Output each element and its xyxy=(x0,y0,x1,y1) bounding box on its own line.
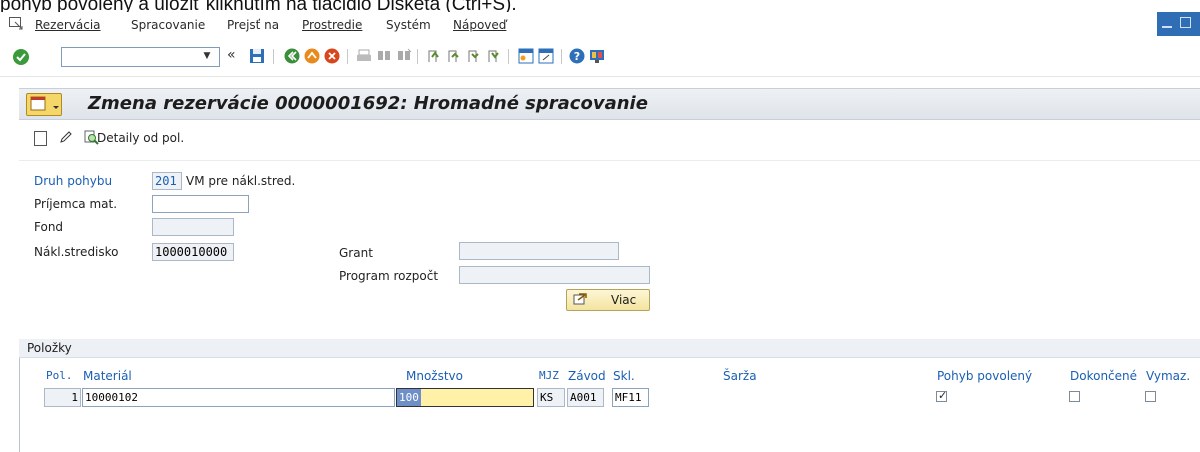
storage-location-cell[interactable]: MF11 xyxy=(612,388,649,407)
toolbar-separator xyxy=(561,49,562,64)
menu-system[interactable]: Systém xyxy=(386,18,431,32)
pencil-icon[interactable] xyxy=(59,130,73,144)
more-button-label: Viac xyxy=(611,293,637,307)
layout-icon[interactable] xyxy=(589,48,605,64)
budget-program-field[interactable] xyxy=(459,266,650,284)
menu-prostredie[interactable]: Prostredie xyxy=(302,18,362,32)
back-icon[interactable] xyxy=(284,48,300,64)
menu-rezervacia[interactable]: Rezervácia xyxy=(35,18,101,32)
checkmark-icon: ✓ xyxy=(938,389,948,402)
budget-program-label: Program rozpočt xyxy=(339,269,439,283)
collapse-icon[interactable]: « xyxy=(227,47,236,63)
quantity-selection: 100 xyxy=(397,389,421,406)
column-header-material[interactable]: Materiál xyxy=(83,369,132,383)
column-header-delete[interactable]: Vymaz. xyxy=(1146,369,1190,383)
menu-entry-icon[interactable] xyxy=(9,17,24,30)
divider xyxy=(19,160,1200,161)
window-controls[interactable] xyxy=(1157,12,1200,36)
material-cell[interactable]: 10000102 xyxy=(82,388,395,407)
column-header-storage[interactable]: Skl. xyxy=(613,369,635,383)
find-icon[interactable] xyxy=(376,48,392,64)
delete-checkbox[interactable] xyxy=(1145,391,1156,402)
enter-check-icon[interactable] xyxy=(13,49,29,65)
save-icon[interactable] xyxy=(249,48,265,64)
quantity-input[interactable]: 100 xyxy=(396,388,534,407)
shortcut-icon[interactable] xyxy=(538,48,554,64)
new-session-icon[interactable] xyxy=(518,48,534,64)
toolbar-separator xyxy=(417,49,418,64)
find-next-icon[interactable] xyxy=(396,48,412,64)
column-header-movement-allowed[interactable]: Pohyb povolený xyxy=(937,369,1032,383)
column-header-quantity[interactable]: Množstvo xyxy=(406,369,463,383)
column-header-plant[interactable]: Závod xyxy=(568,369,606,383)
grant-label: Grant xyxy=(339,246,373,260)
recipient-label: Príjemca mat. xyxy=(34,197,118,211)
print-icon[interactable] xyxy=(356,48,372,64)
column-header-completed[interactable]: Dokončené xyxy=(1070,369,1137,383)
toolbar-separator xyxy=(273,49,274,64)
new-document-icon[interactable] xyxy=(34,131,47,146)
uom-cell: KS xyxy=(537,388,565,407)
movement-type-label: Druh pohybu xyxy=(34,174,113,188)
fund-field[interactable] xyxy=(152,218,234,236)
cost-center-label: Nákl.stredisko xyxy=(34,245,119,259)
completed-checkbox[interactable] xyxy=(1069,391,1080,402)
movement-allowed-checkbox[interactable]: ✓ xyxy=(936,389,948,402)
item-number-cell: 1 xyxy=(44,388,81,407)
maximize-icon[interactable] xyxy=(1180,17,1191,28)
cost-center-field[interactable]: 1000010000 xyxy=(152,243,234,261)
cancel-icon[interactable] xyxy=(324,48,340,64)
items-group-header xyxy=(19,339,1200,358)
menu-napoved[interactable]: Nápoveď xyxy=(453,18,506,32)
plant-cell: A001 xyxy=(567,388,604,407)
movement-type-description: VM pre nákl.stred. xyxy=(186,174,296,188)
menu-spracovanie[interactable]: Spracovanie xyxy=(131,18,205,32)
svg-text:?: ? xyxy=(574,50,580,63)
menu-prejst-na[interactable]: Prejsť na xyxy=(227,18,279,32)
toolbar-separator xyxy=(508,49,509,64)
exit-icon[interactable] xyxy=(304,48,320,64)
next-page-icon[interactable] xyxy=(466,48,482,64)
items-group-title: Položky xyxy=(27,341,72,355)
application-toolbar xyxy=(19,124,1200,152)
more-arrow-icon xyxy=(573,293,587,305)
movement-type-field[interactable]: 201 xyxy=(152,172,182,190)
recipient-field[interactable] xyxy=(152,195,249,213)
toolbar-separator xyxy=(347,49,348,64)
system-function-menu-button[interactable] xyxy=(26,93,62,116)
grant-field[interactable] xyxy=(459,242,619,260)
first-page-icon[interactable] xyxy=(426,48,442,64)
column-header-batch[interactable]: Šarža xyxy=(723,369,757,383)
column-header-pol[interactable]: Pol. xyxy=(46,369,73,382)
help-icon[interactable]: ? xyxy=(569,48,585,64)
detail-button[interactable]: Detaily od pol. xyxy=(97,131,184,145)
command-field[interactable] xyxy=(61,47,220,67)
column-header-uom[interactable]: MJZ xyxy=(539,369,559,382)
prev-page-icon[interactable] xyxy=(446,48,462,64)
command-dropdown-icon[interactable]: ▼ xyxy=(199,49,215,64)
minimize-icon[interactable] xyxy=(1162,26,1172,28)
page-title: Zmena rezervácie 0000001692: Hromadné sp… xyxy=(88,93,648,114)
last-page-icon[interactable] xyxy=(486,48,502,64)
fund-label: Fond xyxy=(34,220,64,234)
